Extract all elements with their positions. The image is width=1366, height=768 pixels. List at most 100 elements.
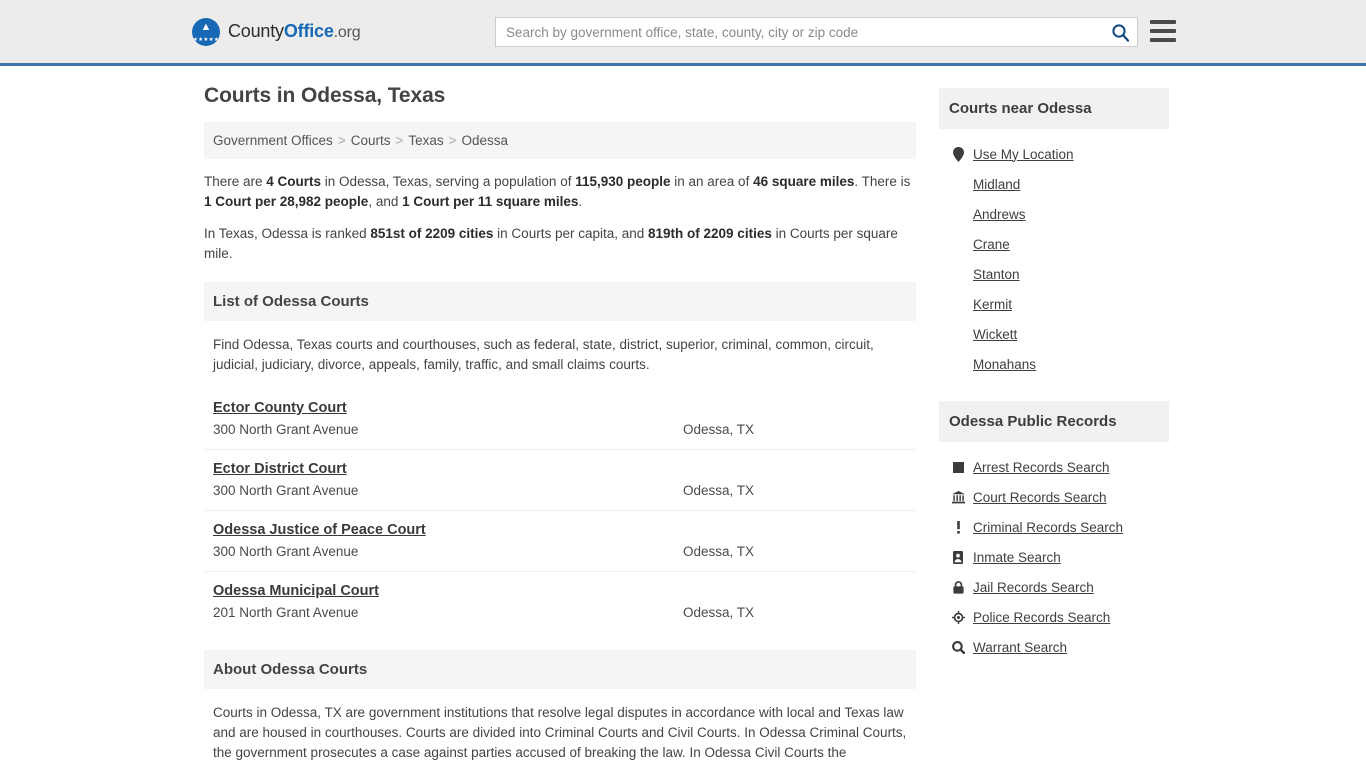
- list-item[interactable]: Crane: [949, 229, 1159, 259]
- list-section-header: List of Odessa Courts: [204, 282, 916, 321]
- breadcrumb-item-odessa[interactable]: Odessa: [462, 133, 509, 148]
- about-section-header: About Odessa Courts: [204, 650, 916, 689]
- court-name-link[interactable]: Ector District Court: [213, 461, 347, 477]
- court-name-link[interactable]: Odessa Justice of Peace Court: [213, 522, 426, 538]
- use-my-location-link[interactable]: Use My Location: [973, 147, 1074, 162]
- nearby-courts-heading: Courts near Odessa: [949, 100, 1092, 117]
- breadcrumb-separator: >: [337, 133, 346, 148]
- stats-text: in Odessa, Texas, serving a population o…: [321, 174, 576, 189]
- stats-text: There are: [204, 174, 267, 189]
- list-item[interactable]: Arrest Records Search: [949, 452, 1159, 482]
- court-list: Ector County Court 300 North Grant Avenu…: [204, 389, 916, 632]
- map-pin-icon: [949, 146, 967, 162]
- table-row: Ector County Court 300 North Grant Avenu…: [204, 389, 916, 449]
- list-section-heading: List of Odessa Courts: [213, 293, 369, 310]
- stat-rank-area: 819th of 2209 cities: [648, 226, 772, 241]
- public-records-header: Odessa Public Records: [939, 401, 1169, 442]
- list-item[interactable]: Warrant Search: [949, 632, 1159, 662]
- sidebar-city-stanton[interactable]: Stanton: [973, 267, 1020, 282]
- nearby-courts-header: Courts near Odessa: [939, 88, 1169, 129]
- list-item[interactable]: Use My Location: [949, 139, 1159, 169]
- list-item[interactable]: Monahans: [949, 349, 1159, 379]
- padlock-icon: [949, 580, 967, 594]
- stats-text: In Texas, Odessa is ranked: [204, 226, 371, 241]
- about-section-heading: About Odessa Courts: [213, 661, 368, 678]
- public-records-heading: Odessa Public Records: [949, 413, 1117, 430]
- stat-area: 46 square miles: [753, 174, 855, 189]
- search-input[interactable]: [496, 18, 1103, 46]
- warrant-search-link[interactable]: Warrant Search: [973, 640, 1067, 655]
- sidebar-city-midland[interactable]: Midland: [973, 177, 1020, 192]
- list-item[interactable]: Wickett: [949, 319, 1159, 349]
- sidebar-city-andrews[interactable]: Andrews: [973, 207, 1026, 222]
- logo-text-county: County: [228, 21, 284, 41]
- court-city: Odessa, TX: [683, 544, 755, 559]
- sidebar-city-wickett[interactable]: Wickett: [973, 327, 1017, 342]
- nearby-courts-list: Use My Location Midland Andrews Crane St…: [939, 129, 1169, 385]
- list-section-description: Find Odessa, Texas courts and courthouse…: [213, 337, 874, 372]
- police-records-search-link[interactable]: Police Records Search: [973, 610, 1110, 625]
- public-records-list: Arrest Records Search Court Records Sear…: [939, 442, 1169, 668]
- list-item[interactable]: Midland: [949, 169, 1159, 199]
- hamburger-bar-1: [1150, 20, 1176, 24]
- police-badge-icon: [949, 610, 967, 624]
- stats-text: in an area of: [670, 174, 754, 189]
- criminal-records-search-link[interactable]: Criminal Records Search: [973, 520, 1123, 535]
- court-name-link[interactable]: Ector County Court: [213, 400, 347, 416]
- arrest-records-search-link[interactable]: Arrest Records Search: [973, 460, 1110, 475]
- sidebar-city-kermit[interactable]: Kermit: [973, 297, 1012, 312]
- sidebar-city-monahans[interactable]: Monahans: [973, 357, 1036, 372]
- hamburger-bar-2: [1150, 29, 1176, 33]
- list-item[interactable]: Kermit: [949, 289, 1159, 319]
- court-city: Odessa, TX: [683, 605, 755, 620]
- court-city: Odessa, TX: [683, 422, 755, 437]
- list-item[interactable]: Court Records Search: [949, 482, 1159, 512]
- search-icon: [1111, 23, 1129, 42]
- list-item[interactable]: Police Records Search: [949, 602, 1159, 632]
- table-row: Ector District Court 300 North Grant Ave…: [204, 449, 916, 510]
- search-bar[interactable]: [495, 17, 1138, 47]
- inmate-search-link[interactable]: Inmate Search: [973, 550, 1061, 565]
- list-item[interactable]: Andrews: [949, 199, 1159, 229]
- court-address: 300 North Grant Avenue: [213, 544, 359, 559]
- list-item[interactable]: Stanton: [949, 259, 1159, 289]
- site-header: ▲ ★★★★★ CountyOffice.org: [0, 0, 1366, 66]
- logo-text-org: .org: [333, 24, 361, 41]
- logo-text-office: Office: [283, 21, 334, 41]
- courthouse-icon: [949, 490, 967, 504]
- stat-rank-capita: 851st of 2209 cities: [370, 226, 494, 241]
- list-item[interactable]: Inmate Search: [949, 542, 1159, 572]
- list-item[interactable]: Criminal Records Search: [949, 512, 1159, 542]
- jail-records-search-link[interactable]: Jail Records Search: [973, 580, 1094, 595]
- magnifier-icon: [949, 640, 967, 654]
- stars-glyph: ★★★★★: [192, 36, 220, 43]
- court-name-link[interactable]: Odessa Municipal Court: [213, 583, 379, 599]
- list-section-body: Find Odessa, Texas courts and courthouse…: [204, 321, 916, 375]
- site-logo-text: CountyOffice.org: [228, 21, 361, 42]
- stats-paragraph-1: There are 4 Courts in Odessa, Texas, ser…: [204, 172, 916, 212]
- breadcrumb: Government Offices > Courts > Texas > Odessa: [204, 122, 916, 159]
- breadcrumb-item-government-offices[interactable]: Government Offices: [213, 133, 333, 148]
- about-section-description: Courts in Odessa, TX are government inst…: [213, 705, 907, 760]
- stats-summary: There are 4 Courts in Odessa, Texas, ser…: [204, 172, 916, 264]
- court-records-search-link[interactable]: Court Records Search: [973, 490, 1107, 505]
- square-icon: [949, 461, 967, 473]
- list-item[interactable]: Jail Records Search: [949, 572, 1159, 602]
- breadcrumb-item-texas[interactable]: Texas: [408, 133, 443, 148]
- sidebar-city-crane[interactable]: Crane: [973, 237, 1010, 252]
- site-logo[interactable]: ▲ ★★★★★ CountyOffice.org: [192, 17, 361, 46]
- court-city: Odessa, TX: [683, 483, 755, 498]
- breadcrumb-separator: >: [395, 133, 404, 148]
- hamburger-bar-3: [1150, 38, 1176, 42]
- stat-population: 115,930 people: [575, 174, 671, 189]
- stats-paragraph-2: In Texas, Odessa is ranked 851st of 2209…: [204, 224, 916, 264]
- breadcrumb-item-courts[interactable]: Courts: [351, 133, 391, 148]
- search-button[interactable]: [1103, 18, 1137, 46]
- stats-text: . There is: [854, 174, 911, 189]
- stat-per-area: 1 Court per 11 square miles: [402, 194, 579, 209]
- table-row: Odessa Justice of Peace Court 300 North …: [204, 510, 916, 571]
- hamburger-menu-button[interactable]: [1150, 20, 1176, 42]
- breadcrumb-separator: >: [448, 133, 457, 148]
- exclamation-icon: [949, 520, 967, 534]
